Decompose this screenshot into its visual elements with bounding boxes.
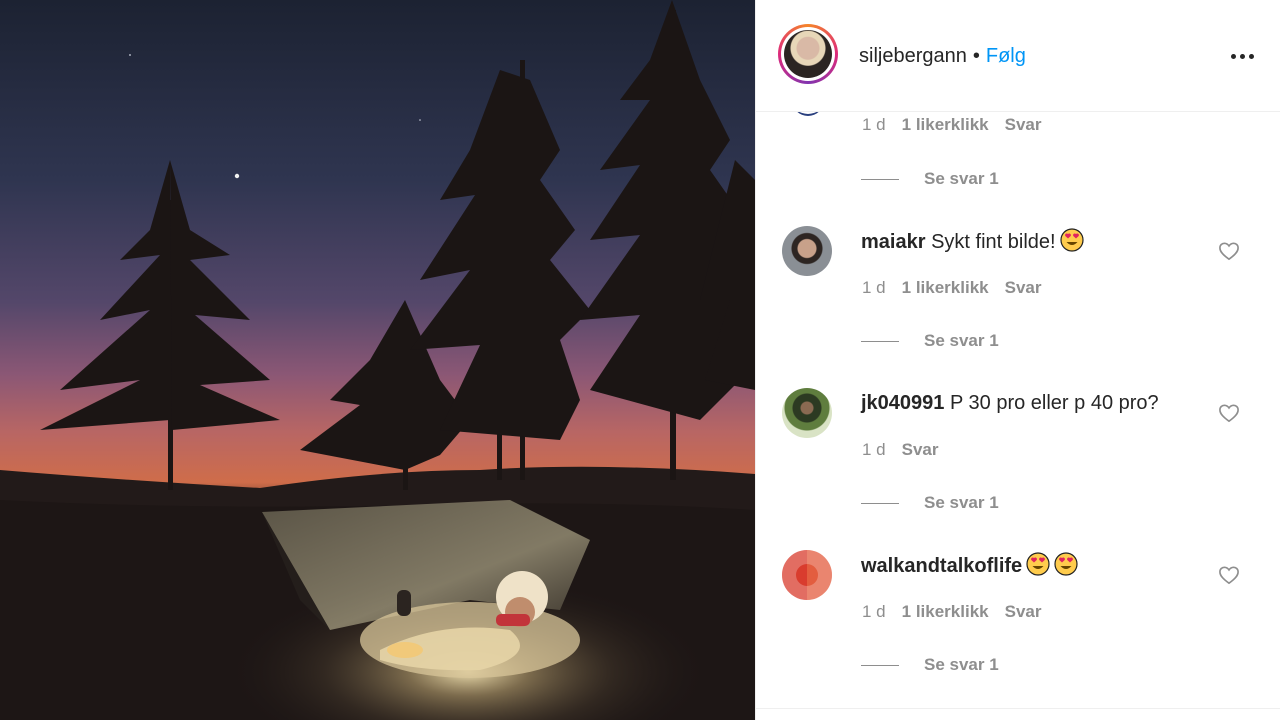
comment-likes[interactable]: 1 likerklikk <box>902 602 989 621</box>
comments-list[interactable]: 1 d 1 likerklikk Svar Se svar 1 maiakr Syk… <box>756 112 1280 710</box>
heart-eyes-emoji-icon <box>1026 552 1050 576</box>
reply-button[interactable]: Svar <box>902 440 939 459</box>
comment-meta: 1 d 1 likerklikk Svar <box>862 114 1057 136</box>
like-heart-icon[interactable] <box>1218 403 1240 423</box>
reply-button[interactable]: Svar <box>1005 278 1042 297</box>
view-replies-line <box>861 340 899 342</box>
author-avatar-image <box>784 30 832 78</box>
comment-body: walkandtalkoflife <box>861 552 1078 579</box>
author-username[interactable]: siljebergann <box>859 45 967 67</box>
avatar[interactable] <box>782 388 832 438</box>
header-separator: • <box>972 45 980 67</box>
post-header: siljebergann • Følg <box>756 0 1280 112</box>
instagram-post-view: siljebergann • Følg 1 d 1 likerklikk Svar Se… <box>0 0 1280 720</box>
follow-button[interactable]: Følg <box>986 45 1026 67</box>
comment-time[interactable]: 1 d <box>862 440 886 459</box>
more-dot-icon <box>1248 53 1254 59</box>
reply-button[interactable]: Svar <box>1005 602 1042 621</box>
avatar[interactable] <box>792 112 824 116</box>
heart-eyes-emoji-icon <box>1054 552 1078 576</box>
post-photo[interactable] <box>0 0 755 720</box>
comment-username[interactable]: maiakr <box>861 231 926 253</box>
comment-time[interactable]: 1 d <box>862 278 886 297</box>
comment-username[interactable]: walkandtalkoflife <box>861 555 1022 577</box>
view-replies-label: Se svar 1 <box>924 331 999 350</box>
comment-meta: 1 d 1 likerklikk Svar <box>862 601 1057 623</box>
view-replies-label: Se svar 1 <box>924 169 999 188</box>
like-heart-icon[interactable] <box>1218 565 1240 585</box>
comment-meta: 1 d Svar <box>862 439 955 461</box>
more-options-button[interactable] <box>1227 44 1257 68</box>
view-replies-label: Se svar 1 <box>924 655 999 674</box>
view-replies-button[interactable]: Se svar 1 <box>861 168 999 190</box>
reply-button[interactable]: Svar <box>1005 115 1042 134</box>
comment-text: Sykt fint bilde! <box>931 231 1056 253</box>
more-dot-icon <box>1230 53 1236 59</box>
author-avatar[interactable] <box>778 24 838 84</box>
comment-time[interactable]: 1 d <box>862 602 886 621</box>
avatar[interactable] <box>782 550 832 600</box>
comment-text: P 30 pro eller p 40 pro? <box>949 392 1159 414</box>
comment-time[interactable]: 1 d <box>862 115 886 134</box>
comment-body: jk040991 P 30 pro eller p 40 pro? <box>861 390 1159 416</box>
night-camping-scene <box>0 0 755 720</box>
more-dot-icon <box>1239 53 1245 59</box>
view-replies-line <box>861 664 899 666</box>
comment-likes[interactable]: 1 likerklikk <box>902 115 989 134</box>
panel-divider <box>756 708 1280 709</box>
view-replies-line <box>861 178 899 180</box>
view-replies-line <box>861 502 899 504</box>
comment-username[interactable]: jk040991 <box>861 392 944 414</box>
view-replies-button[interactable]: Se svar 1 <box>861 330 999 352</box>
heart-eyes-emoji-icon <box>1059 228 1084 252</box>
post-side-panel: siljebergann • Følg 1 d 1 likerklikk Svar Se… <box>755 0 1280 720</box>
comment-likes[interactable]: 1 likerklikk <box>902 278 989 297</box>
like-heart-icon[interactable] <box>1218 241 1240 261</box>
view-replies-button[interactable]: Se svar 1 <box>861 654 999 676</box>
comment-body: maiakr Sykt fint bilde! <box>861 228 1084 255</box>
view-replies-label: Se svar 1 <box>924 493 999 512</box>
header-text: siljebergann • Følg <box>859 43 1026 69</box>
view-replies-button[interactable]: Se svar 1 <box>861 492 999 514</box>
avatar[interactable] <box>782 226 832 276</box>
comment-meta: 1 d 1 likerklikk Svar <box>862 277 1057 299</box>
